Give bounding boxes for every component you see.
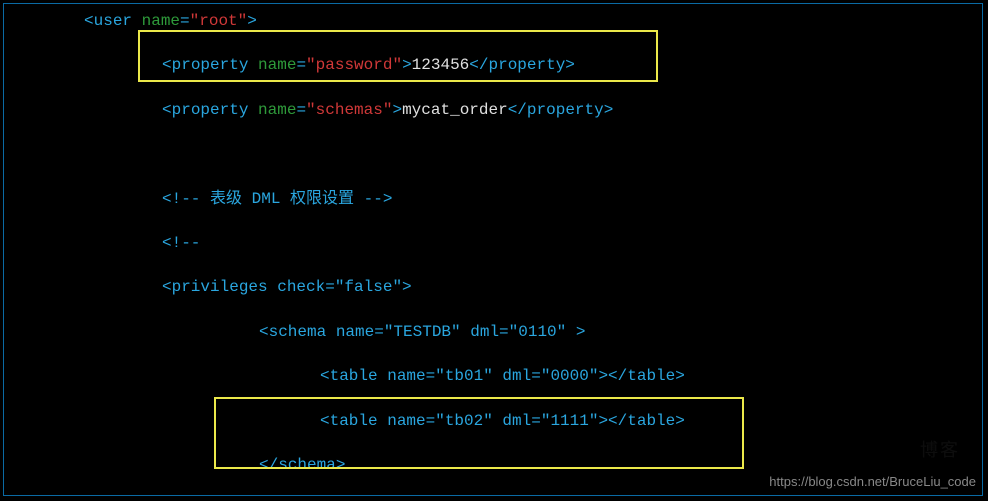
user1-prop-password: <property name="password">123456</proper… <box>4 54 982 76</box>
watermark-faint: 博客 <box>920 438 960 463</box>
comment-open: <!-- <box>4 232 982 254</box>
code-viewer: <user name="root"> <property name="passw… <box>3 3 983 496</box>
table-row-2: <table name="tb02" dml="1111"></table> <box>4 410 982 432</box>
user1-open: <user name="root"> <box>4 10 982 32</box>
comment-dml: <!-- 表级 DML 权限设置 --> <box>4 188 982 210</box>
privileges-open: <privileges check="false"> <box>4 276 982 298</box>
table-row-1: <table name="tb01" dml="0000"></table> <box>4 365 982 387</box>
user1-prop-schemas: <property name="schemas">mycat_order</pr… <box>4 99 982 121</box>
xml-code: <user name="root"> <property name="passw… <box>4 10 982 501</box>
blank-line <box>4 143 982 165</box>
watermark: https://blog.csdn.net/BruceLiu_code <box>769 473 976 491</box>
schema-open: <schema name="TESTDB" dml="0110" > <box>4 321 982 343</box>
